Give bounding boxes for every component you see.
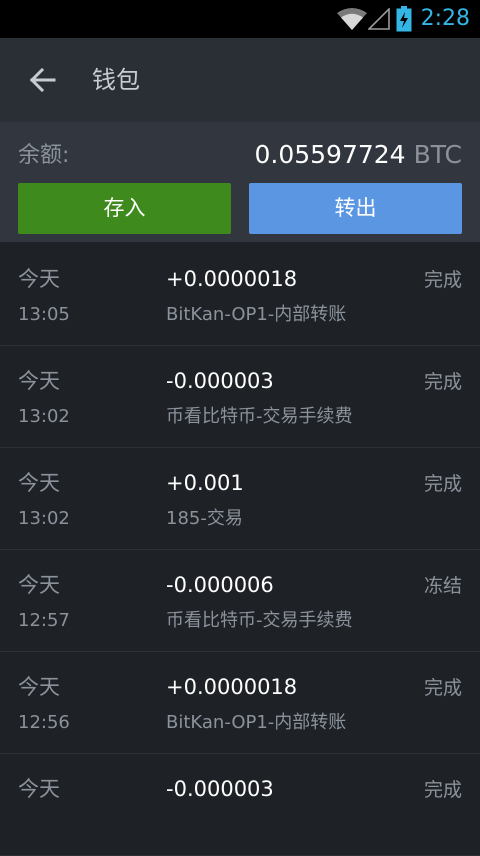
transaction-row[interactable]: 今天 12:57 -0.000006 币看比特币-交易手续费 冻结 [0, 550, 480, 652]
transaction-time: 13:02 [18, 406, 70, 427]
wifi-icon [337, 8, 367, 30]
signal-icon [368, 8, 390, 30]
transaction-amount: +0.001 [166, 471, 244, 495]
transaction-amount: -0.000006 [166, 573, 274, 597]
transaction-day: 今天 [18, 471, 60, 495]
transaction-row[interactable]: 今天 13:02 -0.000003 币看比特币-交易手续费 完成 [0, 346, 480, 448]
transaction-day: 今天 [18, 267, 60, 291]
status-bar: 2:28 [0, 0, 480, 38]
arrow-left-icon [29, 67, 56, 93]
transaction-time: 13:05 [18, 304, 70, 325]
transaction-row[interactable]: 今天 13:02 +0.001 185-交易 完成 [0, 448, 480, 550]
transaction-amount: +0.0000018 [166, 267, 298, 291]
transaction-amount: -0.000003 [166, 369, 274, 393]
transaction-time: 13:02 [18, 508, 70, 529]
transaction-description: 币看比特币-交易手续费 [166, 406, 353, 427]
transaction-description: BitKan-OP1-内部转账 [166, 712, 347, 733]
transaction-day: 今天 [18, 675, 60, 699]
transaction-status: 完成 [423, 473, 462, 495]
balance-amount: 0.05597724 BTC [254, 138, 462, 172]
transaction-description: 币看比特币-交易手续费 [166, 610, 353, 631]
balance-value: 0.05597724 [254, 140, 406, 169]
battery-charging-icon [396, 6, 412, 32]
transaction-status: 完成 [423, 677, 462, 699]
transaction-status: 完成 [423, 371, 462, 393]
transaction-day: 今天 [18, 573, 60, 597]
transaction-description: BitKan-OP1-内部转账 [166, 304, 347, 325]
back-button[interactable] [18, 56, 66, 104]
page-title: 钱包 [92, 66, 140, 94]
transaction-amount: +0.0000018 [166, 675, 298, 699]
transaction-list: 今天 13:05 +0.0000018 BitKan-OP1-内部转账 完成 今… [0, 244, 480, 856]
transaction-row[interactable]: 今天 13:05 +0.0000018 BitKan-OP1-内部转账 完成 [0, 244, 480, 346]
transaction-row[interactable]: 今天 -0.000003 完成 [0, 754, 480, 856]
clock: 2:28 [420, 6, 470, 31]
app-bar: 钱包 [0, 38, 480, 122]
balance-unit: BTC [413, 140, 462, 169]
transaction-row[interactable]: 今天 12:56 +0.0000018 BitKan-OP1-内部转账 完成 [0, 652, 480, 754]
transaction-status: 完成 [423, 269, 462, 291]
transaction-description: 185-交易 [166, 508, 243, 529]
transaction-status: 冻结 [423, 575, 462, 597]
transaction-day: 今天 [18, 369, 60, 393]
balance-panel: 余额: 0.05597724 BTC 存入 转出 [0, 122, 480, 242]
transaction-time: 12:56 [18, 712, 70, 733]
transaction-time: 12:57 [18, 610, 70, 631]
balance-label: 余额: [18, 143, 70, 168]
withdraw-button[interactable]: 转出 [249, 183, 462, 234]
deposit-button[interactable]: 存入 [18, 183, 231, 234]
